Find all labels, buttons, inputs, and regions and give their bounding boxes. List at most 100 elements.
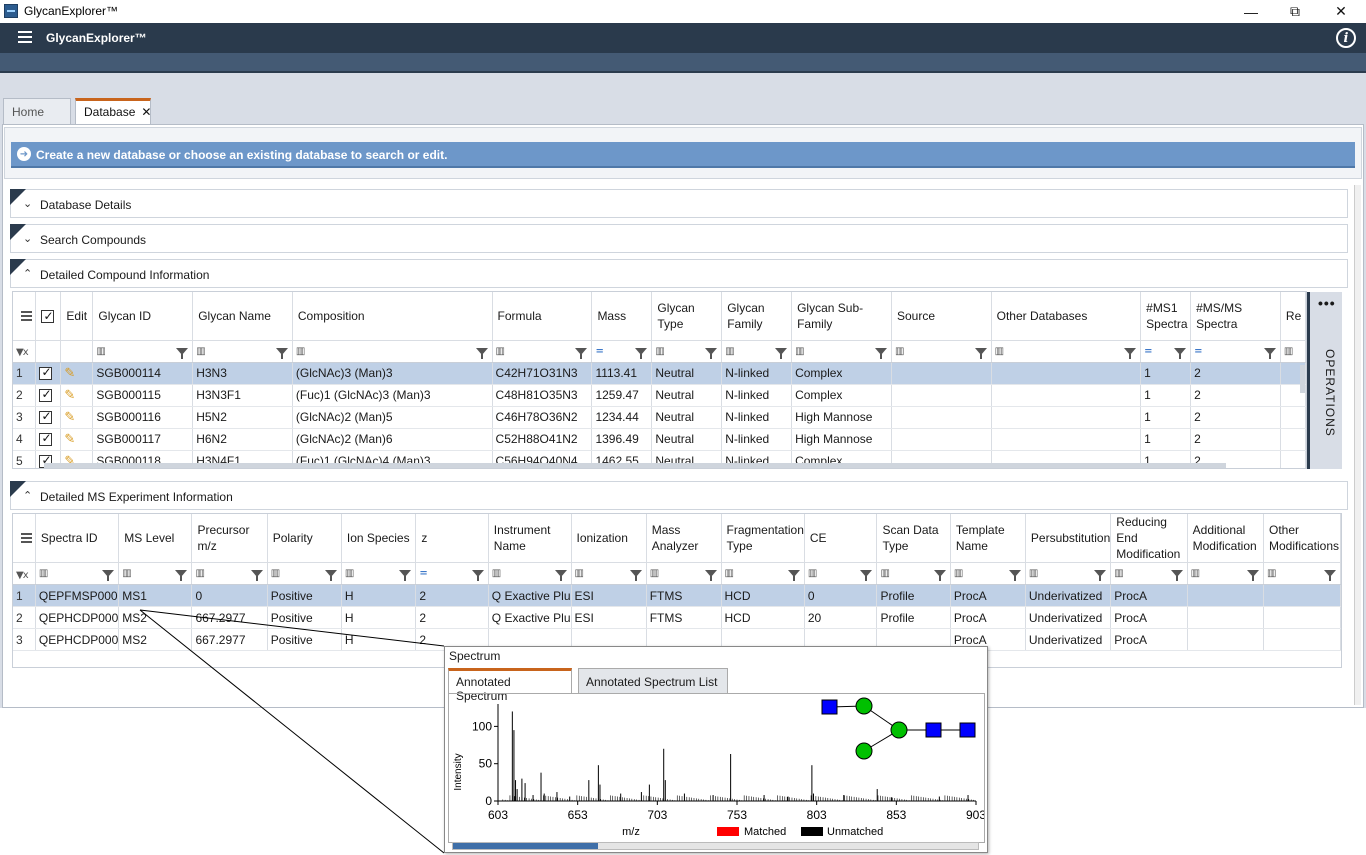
col-ms-level[interactable]: MS Level [118,514,193,563]
compound-vertical-scrollbar[interactable] [1300,365,1305,393]
column-filter[interactable]: ▥ [1025,562,1112,585]
filter-icon[interactable] [275,347,288,359]
tab-home[interactable]: Home [3,98,71,124]
section-database-details[interactable]: ⌄ Database Details [10,189,1348,218]
filter-composition[interactable]: ▥ [292,340,493,363]
filter-icon[interactable] [1263,347,1276,359]
column-filter[interactable]: ▥ [191,562,268,585]
column-menu-icon[interactable] [13,292,37,341]
filter-icon[interactable] [554,570,567,581]
filter-icon[interactable] [704,570,717,581]
filter-glycan-name[interactable]: ▥ [192,340,293,363]
contains-operator-icon[interactable]: ▥ [808,568,818,579]
contains-operator-icon[interactable]: ▥ [122,568,132,579]
column-filter[interactable]: ▥ [267,562,342,585]
equals-operator-icon[interactable]: = [595,346,603,357]
table-row[interactable]: 1 QEPFMSP000 MS1 0 Positive H 2 Q Exactive Plu E… [13,584,1341,607]
column-menu-icon[interactable] [13,514,36,563]
col-mass[interactable]: Mass [591,292,653,341]
equals-operator-icon[interactable]: = [1144,346,1152,357]
col-polarity[interactable]: Polarity [267,514,342,563]
row-checkbox[interactable] [35,406,62,429]
filter-icon[interactable] [102,570,115,581]
col-reducing-end[interactable]: Reducing End Modification [1110,514,1188,563]
clear-filter-icon[interactable]: ▼x [13,562,36,585]
filter-truncated[interactable]: ▥ [1280,340,1306,363]
edit-pencil-icon[interactable]: ✎ [60,384,94,407]
col-persubstitution[interactable]: Persubstitution [1025,514,1112,563]
col-template-name[interactable]: Template Name [950,514,1026,563]
filter-icon[interactable] [399,570,412,581]
column-filter[interactable]: = [415,562,489,585]
col-spectra-id[interactable]: Spectra ID [35,514,120,563]
contains-operator-icon[interactable]: ▥ [492,568,502,579]
row-checkbox[interactable] [35,428,62,451]
col-msms-spectra[interactable]: #MS/MS Spectra [1190,292,1281,341]
section-ms-info[interactable]: ⌃ Detailed MS Experiment Information [10,481,1348,510]
filter-icon[interactable] [1124,347,1137,359]
col-ce[interactable]: CE [804,514,878,563]
contains-operator-icon[interactable]: ▥ [1114,568,1124,579]
col-glycan-family[interactable]: Glycan Family [721,292,793,341]
filter-icon[interactable] [860,570,873,581]
col-other-mods[interactable]: Other Modifications [1263,514,1341,563]
contains-operator-icon[interactable]: ▥ [39,568,49,579]
filter-icon[interactable] [874,347,887,359]
table-row[interactable]: 1 ✎SGB000114H3N3(GlcNAc)3 (Man)3C42H71O31… [13,362,1306,385]
contains-operator-icon[interactable]: ▥ [575,568,585,579]
filter-source[interactable]: ▥ [891,340,992,363]
filter-icon[interactable] [629,570,642,581]
contains-operator-icon[interactable]: ▥ [1191,568,1201,579]
minimize-button[interactable]: — [1228,0,1274,23]
column-filter[interactable]: ▥ [804,562,878,585]
col-precursor[interactable]: Precursor m/z [191,514,268,563]
filter-icon[interactable] [787,570,800,581]
filter-icon[interactable] [1094,570,1107,581]
col-formula[interactable]: Formula [492,292,593,341]
contains-operator-icon[interactable]: ▥ [650,568,660,579]
close-tab-icon[interactable]: ✕ [141,105,151,119]
filter-glycan-type[interactable]: ▥ [651,340,723,363]
contains-operator-icon[interactable]: ▥ [195,568,205,579]
contains-operator-icon[interactable]: ▥ [895,346,905,357]
col-fragmentation[interactable]: Fragmentation Type [721,514,805,563]
col-ionization[interactable]: Ionization [571,514,647,563]
column-filter[interactable]: ▥ [35,562,120,585]
column-filter[interactable]: ▥ [1263,562,1341,585]
more-options-icon[interactable]: ••• [1318,295,1336,311]
edit-pencil-icon[interactable]: ✎ [60,406,94,429]
contains-operator-icon[interactable]: ▥ [954,568,964,579]
filter-ms1[interactable]: = [1140,340,1192,363]
filter-icon[interactable] [1008,570,1021,581]
close-window-button[interactable]: ✕ [1318,0,1364,23]
table-row[interactable]: 3 ✎SGB000116H5N2(GlcNAc)2 (Man)5C46H78O36… [13,406,1306,429]
contains-operator-icon[interactable]: ▥ [795,346,805,357]
filter-mass[interactable]: = [591,340,653,363]
section-compound-info[interactable]: ⌃ Detailed Compound Information [10,259,1348,288]
column-filter[interactable]: ▥ [341,562,417,585]
contains-operator-icon[interactable]: ▥ [1029,568,1039,579]
contains-operator-icon[interactable]: ▥ [496,346,506,357]
edit-pencil-icon[interactable]: ✎ [60,362,94,385]
column-filter[interactable]: ▥ [118,562,193,585]
filter-icon[interactable] [1174,347,1187,359]
col-z[interactable]: z [415,514,489,563]
column-filter[interactable]: ▥ [1110,562,1188,585]
filter-icon[interactable] [175,570,188,581]
tab-annotated-spectrum-list[interactable]: Annotated Spectrum List [578,668,728,694]
column-filter[interactable]: ▥ [1187,562,1265,585]
table-row[interactable]: 2 QEPHCDP000 MS2 667.2977 Positive H 2 Q Exacti… [13,606,1341,629]
scrollbar-thumb[interactable] [453,843,598,849]
info-icon[interactable]: i [1336,28,1356,48]
tab-annotated-spectrum[interactable]: Annotated Spectrum [448,668,572,703]
col-glycan-type[interactable]: Glycan Type [651,292,723,341]
contains-operator-icon[interactable]: ▥ [880,568,890,579]
equals-operator-icon[interactable]: = [1194,346,1202,357]
filter-icon[interactable] [974,347,987,359]
equals-operator-icon[interactable]: = [419,568,427,579]
filter-icon[interactable] [1324,570,1336,581]
row-checkbox[interactable] [35,362,62,385]
filter-icon[interactable] [475,347,488,359]
col-ion-species[interactable]: Ion Species [341,514,417,563]
hamburger-menu-icon[interactable] [18,31,32,43]
